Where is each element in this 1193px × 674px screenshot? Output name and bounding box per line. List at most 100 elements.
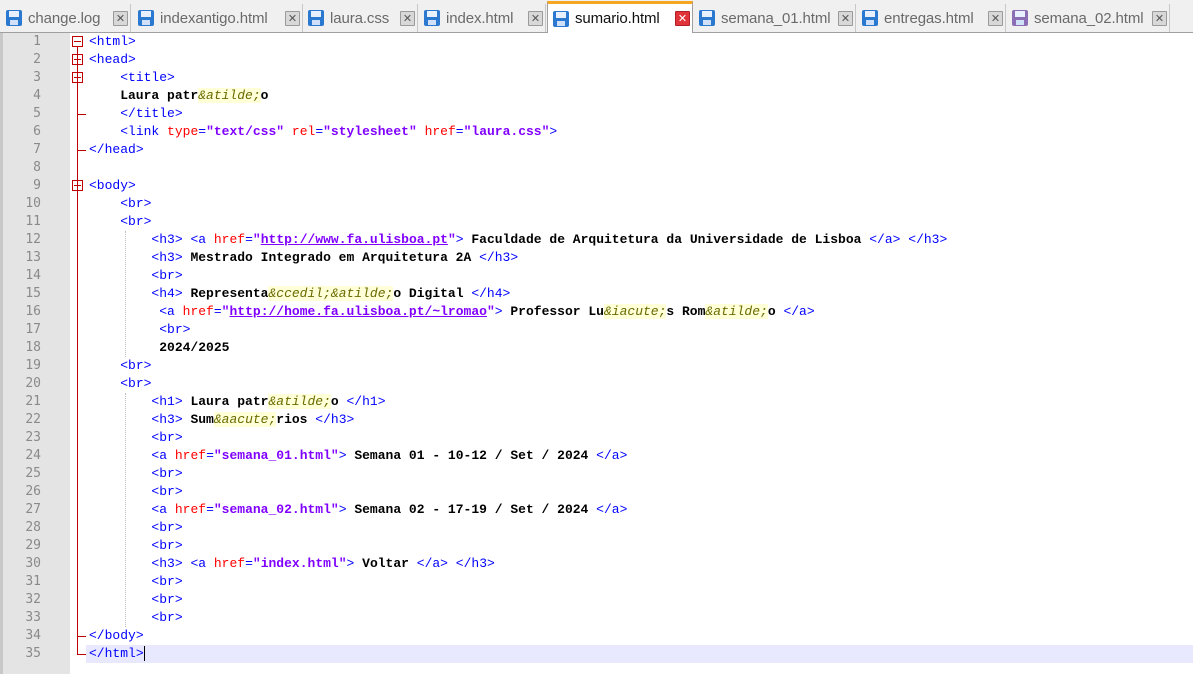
tab-semana-02-html[interactable]: semana_02.html ✕ [1007,4,1170,32]
line-number: 6 [33,124,41,139]
code-line[interactable]: <br> [89,483,182,501]
collapse-fold-icon[interactable] [72,36,83,47]
tab-label: entregas.html [884,9,974,27]
saved-file-icon [698,9,716,27]
line-number: 10 [25,196,41,211]
text-caret [143,646,145,662]
code-line[interactable]: <br> [89,375,151,393]
close-tab-icon[interactable]: ✕ [1152,10,1167,26]
tab-indexantigo-html[interactable]: indexantigo.html ✕ [133,4,303,32]
line-number: 3 [33,70,41,85]
code-line[interactable]: <body> [89,177,136,195]
line-number: 31 [25,574,41,589]
code-line[interactable]: </title> [89,105,182,123]
line-number: 27 [25,502,41,517]
line-number: 14 [25,268,41,283]
code-line[interactable]: <h3> <a href="index.html"> Voltar </a> <… [89,555,494,573]
code-line[interactable]: </html> [86,645,1193,663]
code-line[interactable]: <h3> Sum&aacute;rios </h3> [89,411,354,429]
code-line[interactable]: <br> [89,537,182,555]
tab-index-html[interactable]: index.html ✕ [419,4,546,32]
saved-file-icon [5,9,23,27]
code-line[interactable]: <h1> Laura patr&atilde;o </h1> [89,393,386,411]
tab-label: index.html [446,9,514,27]
close-tab-icon[interactable]: ✕ [838,10,853,26]
tab-entregas-html[interactable]: entregas.html ✕ [857,4,1006,32]
code-line[interactable]: <br> [89,357,151,375]
saved-file-icon [861,9,879,27]
code-line[interactable]: <a href="http://home.fa.ulisboa.pt/~lrom… [89,303,815,321]
saved-file-icon [137,9,155,27]
fold-end-marker [77,150,86,151]
code-line[interactable]: <title> [89,69,175,87]
line-number: 34 [25,628,41,643]
code-line[interactable]: <br> [89,213,151,231]
code-line[interactable]: <br> [89,429,182,447]
line-number: 8 [33,160,41,175]
code-line[interactable]: </head> [89,141,144,159]
line-number: 28 [25,520,41,535]
code-line[interactable]: </body> [89,627,144,645]
code-line[interactable]: <html> [89,33,136,51]
tab-label: sumario.html [575,10,660,27]
code-line[interactable]: <h3> Mestrado Integrado em Arquitetura 2… [89,249,518,267]
saved-file-icon [423,9,441,27]
tab-label: semana_01.html [721,9,831,27]
code-line[interactable]: <a href="semana_02.html"> Semana 02 - 17… [89,501,627,519]
code-line[interactable]: <br> [89,195,151,213]
code-line[interactable]: <head> [89,51,136,69]
tab-semana-01-html[interactable]: semana_01.html ✕ [694,4,856,32]
line-number: 7 [33,142,41,157]
close-tab-icon[interactable]: ✕ [113,10,128,26]
fold-margin[interactable] [70,33,86,674]
line-number: 11 [25,214,41,229]
code-line[interactable]: <br> [89,465,182,483]
code-line[interactable]: <a href="semana_01.html"> Semana 01 - 10… [89,447,627,465]
code-line[interactable]: <br> [89,321,190,339]
code-line[interactable]: <br> [89,519,182,537]
indent-guide [125,231,126,357]
line-number: 15 [25,286,41,301]
line-number: 13 [25,250,41,265]
tab-sumario-html[interactable]: sumario.html ✕ [547,1,693,33]
close-tab-icon[interactable]: ✕ [675,11,690,26]
tab-change-log[interactable]: change.log ✕ [1,4,131,32]
code-line[interactable]: <br> [89,591,182,609]
code-line[interactable]: 2024/2025 [89,339,229,357]
line-number: 33 [25,610,41,625]
code-line[interactable]: <h4> Representa&ccedil;&atilde;o Digital… [89,285,510,303]
code-line[interactable]: <link type="text/css" rel="stylesheet" h… [89,123,557,141]
line-number: 16 [25,304,41,319]
line-number: 21 [25,394,41,409]
unsaved-file-icon [1011,9,1029,27]
saved-file-icon [552,10,570,28]
code-line[interactable]: Laura patr&atilde;o [89,87,268,105]
line-number: 2 [33,52,41,67]
close-tab-icon[interactable]: ✕ [528,10,543,26]
code-line[interactable]: <br> [89,609,182,627]
line-number: 35 [25,646,41,661]
close-tab-icon[interactable]: ✕ [285,10,300,26]
fold-end-marker [77,114,86,115]
code-editor[interactable]: 1 2 3 4 5 6 7 8 9 10 11 12 13 14 15 16 17 18 19 20 21 22 23 24 2… [0,33,1193,674]
code-line[interactable]: <h3> <a href="http://www.fa.ulisboa.pt">… [89,231,947,249]
tab-label: change.log [28,9,101,27]
line-number: 19 [25,358,41,373]
line-number: 25 [25,466,41,481]
fold-range-line [77,47,78,654]
code-line[interactable]: <br> [89,267,182,285]
saved-file-icon [307,9,325,27]
close-tab-icon[interactable]: ✕ [988,10,1003,26]
line-number: 12 [25,232,41,247]
line-number: 18 [25,340,41,355]
line-number: 4 [33,88,41,103]
fold-end-marker [77,636,86,637]
tab-label: laura.css [330,9,390,27]
line-number: 5 [33,106,41,121]
line-number: 26 [25,484,41,499]
tab-laura-css[interactable]: laura.css ✕ [303,4,418,32]
line-number-gutter: 1 2 3 4 5 6 7 8 9 10 11 12 13 14 15 16 17 18 19 20 21 22 23 24 2… [0,33,70,674]
code-line[interactable]: <br> [89,573,182,591]
close-tab-icon[interactable]: ✕ [400,10,415,26]
fold-end-marker [77,654,86,655]
